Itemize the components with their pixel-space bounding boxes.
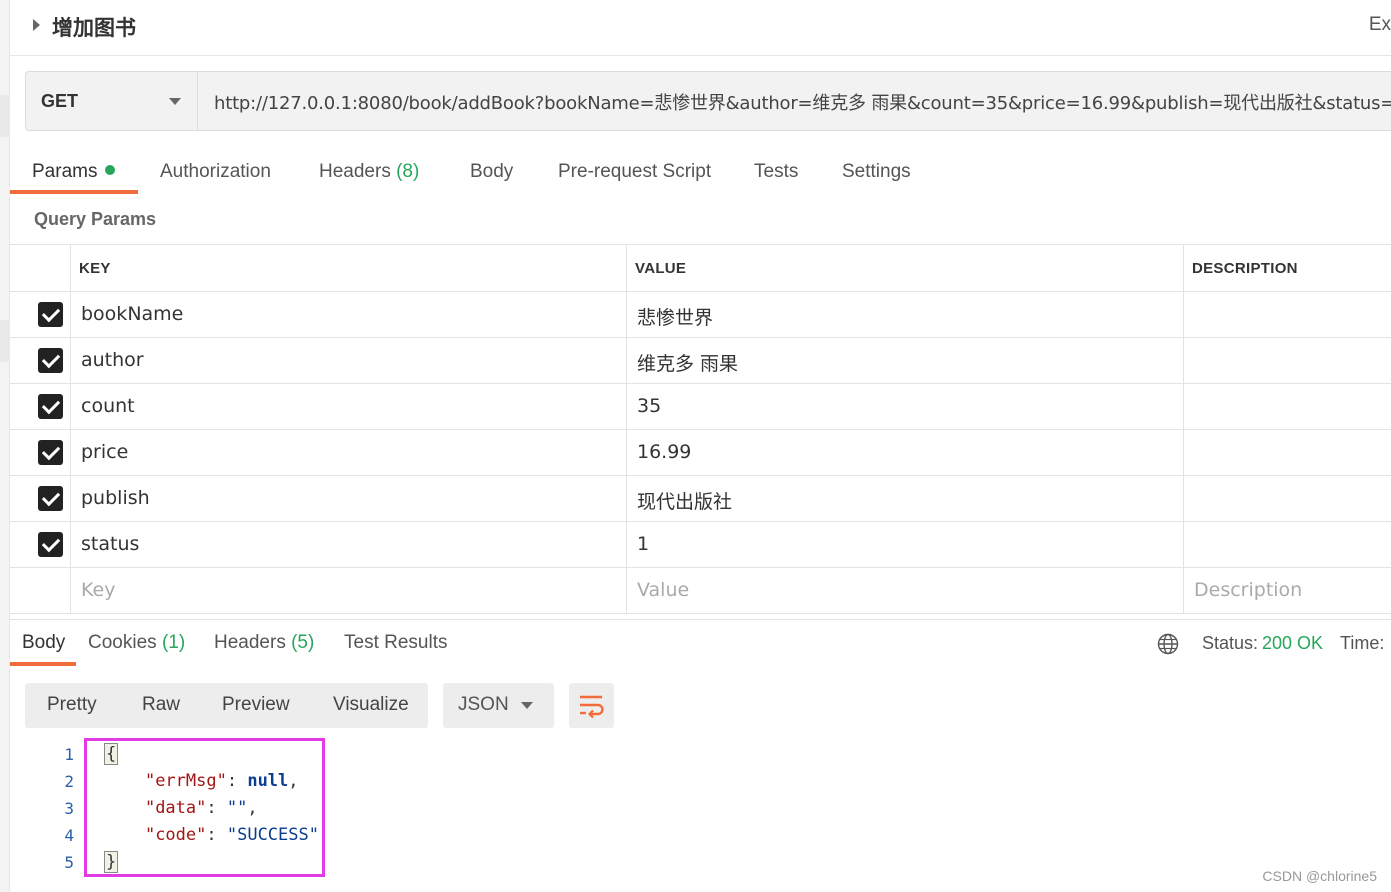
param-checkbox[interactable] [38, 302, 63, 327]
line-number: 3 [64, 799, 74, 818]
tab-response-body[interactable]: Body [22, 632, 65, 654]
param-key[interactable]: price [81, 441, 128, 463]
tab-settings[interactable]: Settings [842, 161, 911, 183]
new-value-input[interactable]: Value [637, 579, 689, 601]
watermark: CSDN @chlorine5 [1262, 868, 1377, 884]
line-number: 5 [64, 853, 74, 872]
view-preview-button[interactable]: Preview [222, 694, 290, 716]
time-label: Time: [1340, 633, 1385, 653]
globe-icon[interactable] [1157, 633, 1179, 655]
tab-test-results[interactable]: Test Results [344, 632, 447, 654]
param-key[interactable]: author [81, 349, 144, 371]
new-description-input[interactable]: Description [1194, 579, 1302, 601]
tab-pre-request-script[interactable]: Pre-request Script [558, 161, 711, 183]
tab-response-cookies[interactable]: Cookies (1) [88, 632, 185, 654]
code-line: 2 "errMsg": null, [25, 769, 298, 796]
query-params-table: KEY VALUE DESCRIPTION bookName 悲惨世界 auth… [10, 244, 1391, 614]
param-checkbox[interactable] [38, 486, 63, 511]
tab-response-headers[interactable]: Headers (5) [214, 632, 314, 654]
tab-tests[interactable]: Tests [754, 161, 798, 183]
line-number: 1 [64, 745, 74, 764]
param-checkbox[interactable] [38, 348, 63, 373]
view-visualize-button[interactable]: Visualize [333, 694, 409, 716]
param-checkbox[interactable] [38, 394, 63, 419]
table-row: status 1 [10, 522, 1391, 568]
param-checkbox[interactable] [38, 440, 63, 465]
param-key[interactable]: count [81, 395, 135, 417]
param-value[interactable]: 现代出版社 [637, 487, 732, 514]
tab-params-label: Params [32, 161, 98, 182]
tab-headers[interactable]: Headers (8) [319, 161, 419, 183]
tab-cookies-count: (1) [161, 632, 186, 653]
param-checkbox[interactable] [38, 532, 63, 557]
chevron-down-icon [521, 702, 533, 709]
code-line: 1 { [25, 742, 119, 769]
code-line: 3 "data": "", [25, 796, 257, 823]
tab-body[interactable]: Body [470, 161, 513, 183]
column-header-description: DESCRIPTION [1192, 260, 1298, 277]
param-value[interactable]: 悲惨世界 [637, 303, 713, 330]
request-title-bar: 增加图书 Ex [10, 0, 1391, 56]
method-label: GET [41, 91, 79, 111]
table-row: count 35 [10, 384, 1391, 430]
tab-headers-label: Headers [319, 161, 391, 182]
table-row: author 维克多 雨果 [10, 338, 1391, 384]
tab-response-headers-label: Headers [214, 632, 286, 653]
request-title[interactable]: 增加图书 [52, 12, 136, 42]
code-line: 4 "code": "SUCCESS" [25, 823, 319, 850]
format-label: JSON [458, 694, 509, 715]
expand-caret-icon[interactable] [33, 19, 40, 31]
url-input[interactable]: http://127.0.0.1:8080/book/addBook?bookN… [214, 89, 1391, 115]
param-value[interactable]: 35 [637, 395, 661, 417]
view-raw-button[interactable]: Raw [142, 694, 180, 716]
table-row: publish 现代出版社 [10, 476, 1391, 522]
param-value[interactable]: 1 [637, 533, 649, 555]
annotation-highlight-box [84, 738, 325, 877]
line-number: 2 [64, 772, 74, 791]
code-line: 5 } [25, 850, 119, 877]
tab-response-headers-count: (5) [291, 632, 315, 653]
new-key-input[interactable]: Key [81, 579, 115, 601]
left-sidebar-strip [0, 0, 10, 892]
table-row: price 16.99 [10, 430, 1391, 476]
tab-authorization[interactable]: Authorization [160, 161, 271, 183]
response-tabs: Body Cookies (1) Headers (5) Test Result… [10, 620, 1391, 668]
response-format-select[interactable]: JSON [443, 683, 554, 728]
title-bar-right-action[interactable]: Ex [1369, 14, 1391, 36]
table-header-row: KEY VALUE DESCRIPTION [10, 245, 1391, 292]
sidebar-marker [0, 320, 10, 362]
param-value[interactable]: 16.99 [637, 441, 691, 463]
params-active-dot-icon [105, 164, 116, 175]
query-params-label: Query Params [34, 209, 157, 229]
chevron-down-icon [169, 98, 181, 105]
method-select[interactable]: GET [26, 72, 198, 130]
param-key[interactable]: bookName [81, 303, 183, 325]
active-response-tab-underline [10, 662, 76, 666]
wrap-lines-button[interactable] [569, 683, 614, 728]
table-row: bookName 悲惨世界 [10, 292, 1391, 338]
status-label: Status: [1202, 633, 1259, 653]
request-url-bar: GET http://127.0.0.1:8080/book/addBook?b… [25, 71, 1391, 131]
view-pretty-button[interactable]: Pretty [47, 694, 97, 716]
column-header-value: VALUE [635, 260, 687, 277]
param-key[interactable]: status [81, 533, 139, 555]
status-value[interactable]: 200 OK [1262, 633, 1323, 654]
param-key[interactable]: publish [81, 487, 150, 509]
wrap-lines-icon [580, 695, 604, 718]
column-header-key: KEY [79, 260, 111, 277]
tab-params[interactable]: Params [32, 161, 116, 183]
active-tab-underline [10, 190, 138, 194]
tab-cookies-label: Cookies [88, 632, 157, 653]
response-view-mode-group: Pretty Raw Preview Visualize [25, 683, 428, 728]
tab-headers-count: (8) [396, 161, 420, 182]
param-value[interactable]: 维克多 雨果 [637, 349, 738, 376]
request-tabs: Params Authorization Headers (8) Body Pr… [10, 150, 1391, 196]
line-number: 4 [64, 826, 74, 845]
sidebar-marker [0, 95, 10, 137]
new-param-row: Key Value Description [10, 568, 1391, 614]
